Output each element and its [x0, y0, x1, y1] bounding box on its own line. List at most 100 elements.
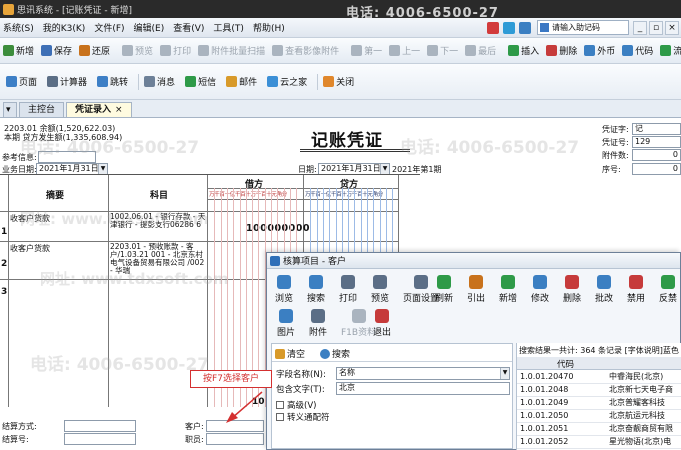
result-row[interactable]: 1.0.01.2051 北京奋靓商贸有限 — [517, 423, 681, 436]
result-name: 北京普耀客科技 — [609, 398, 665, 407]
toolbar-button-15[interactable]: 流量 — [660, 44, 681, 57]
toolbar-button-9[interactable]: 下一 — [427, 44, 458, 57]
toolbar-button-7[interactable]: 第一 — [351, 44, 382, 57]
dialog-tool-tools1-0[interactable]: 浏览 — [275, 275, 293, 304]
result-row[interactable]: 1.0.01.2050 北京航运元科技 — [517, 410, 681, 423]
checkbox-box — [276, 413, 284, 421]
settle-no-input[interactable] — [64, 433, 136, 445]
dialog-tool-tools1-12[interactable]: 反禁 — [659, 275, 677, 304]
dialog-tool-tools2-1[interactable]: 附件 — [309, 309, 327, 338]
toolbar-button-6[interactable]: 查看影像附件 — [272, 44, 339, 57]
settle-method-input[interactable] — [64, 420, 136, 432]
toolbar-button-13[interactable]: 外币 — [584, 44, 615, 57]
chevron-down-icon[interactable]: ▼ — [380, 164, 389, 174]
chevron-down-icon[interactable]: ▼ — [500, 368, 509, 379]
voucher-no-input[interactable]: 129 — [632, 136, 681, 148]
close-button[interactable]: × — [665, 20, 679, 35]
attach-input[interactable]: 0 — [632, 149, 681, 161]
row-account[interactable]: 1002.06.01 - 银行存款 - 天津银行 - 提彭支行06286 6 — [110, 213, 206, 229]
toolbar2-button-0[interactable]: 页面 — [6, 75, 37, 88]
dialog-tool-tools2-2[interactable]: F1B资料 — [341, 309, 376, 338]
toolbar-button-4[interactable]: 打印 — [160, 44, 191, 57]
menu-file[interactable]: 文件(F) — [94, 21, 124, 34]
result-row[interactable]: 1.0.01.20470 中睿海民(北京) — [517, 371, 681, 384]
escape-checkbox[interactable]: 转义通配符 — [276, 411, 330, 423]
mnemonic-search-input[interactable]: 请输入助记码 — [537, 20, 629, 35]
row-summary[interactable]: 收客户货款 — [10, 213, 50, 224]
dialog-tool-tools1-7[interactable]: 新增 — [499, 275, 517, 304]
dialog-tool-tools1-1[interactable]: 搜索 — [307, 275, 325, 304]
contains-input[interactable]: 北京 — [336, 382, 510, 395]
toolbar-button-5[interactable]: 附件批量扫描 — [198, 44, 265, 57]
toolbar-button-label: 附件批量扫描 — [211, 47, 266, 57]
menu-view[interactable]: 查看(V) — [173, 21, 204, 34]
toolbar2-icon — [6, 76, 17, 87]
toolbar2-button-5[interactable]: 邮件 — [226, 75, 257, 88]
account-item-dialog: 核算项目 - 客户 浏览 搜索 打印 预览 页面设置 刷新 引出 新增 修改 删除 批改 禁用 反禁 图… — [266, 252, 681, 450]
dialog-tool-tools1-10[interactable]: 批改 — [595, 275, 613, 304]
menu-system[interactable]: 系统(S) — [3, 21, 34, 34]
notification-icon[interactable] — [487, 21, 499, 34]
dialog-tool-tools1-5[interactable]: 刷新 — [435, 275, 453, 304]
dialog-tool-tools1-3[interactable]: 预览 — [371, 275, 389, 304]
restore-button[interactable]: ▫ — [649, 20, 663, 35]
voucher-word-input[interactable]: 记 — [632, 123, 681, 135]
minimize-button[interactable]: _ — [633, 20, 647, 35]
toolbar-button-label: 第一 — [364, 47, 383, 57]
col-code-header: 代码 — [557, 360, 575, 370]
toolbar-icon — [389, 45, 401, 56]
toolbar-button-14[interactable]: 代码 — [622, 44, 653, 57]
menu-edit[interactable]: 编辑(E) — [134, 21, 165, 34]
toolbar-button-0[interactable]: 新增 — [3, 44, 34, 57]
result-row[interactable]: 1.0.01.2048 北京新七天电子商 — [517, 384, 681, 397]
toolbar-button-10[interactable]: 最后 — [465, 44, 496, 57]
result-row[interactable]: 1.0.01.2052 星光物语(北京)电 — [517, 436, 681, 449]
tab-main-console[interactable]: 主控台 — [19, 102, 65, 117]
toolbar-button-11[interactable]: 插入 — [508, 44, 539, 57]
dialog-tool-tools2-0[interactable]: 图片 — [277, 309, 295, 338]
toolbar2-button-2[interactable]: 跳转 — [97, 75, 128, 88]
toolbar2-button-4[interactable]: 短信 — [185, 75, 216, 88]
chevron-down-icon[interactable]: ▼ — [98, 164, 107, 174]
toolbar2-button-1[interactable]: 计算器 — [47, 75, 87, 88]
row-summary[interactable]: 收客户货款 — [10, 243, 50, 254]
row-account[interactable]: 2203.01 - 预收账款 - 客户/1.03.21 001 - 北京东村电气… — [110, 243, 206, 275]
toolbar-button-12[interactable]: 删除 — [546, 44, 577, 57]
seq-input[interactable]: 0 — [632, 163, 681, 175]
menu-help[interactable]: 帮助(H) — [253, 21, 285, 34]
toolbar-button-3[interactable]: 预览 — [122, 44, 153, 57]
period-credit: 本期 贷方发生额(1,335,608.94) — [4, 133, 123, 142]
result-row[interactable]: 1.0.01.2049 北京普耀客科技 — [517, 397, 681, 410]
toolbar-button-1[interactable]: 保存 — [41, 44, 72, 57]
dialog-tool-tools1-6[interactable]: 引出 — [467, 275, 485, 304]
voucher-word-value: 记 — [635, 124, 643, 133]
dialog-tool-tools1-2[interactable]: 打印 — [339, 275, 357, 304]
toolbar-button-8[interactable]: 上一 — [389, 44, 420, 57]
escape-label: 转义通配符 — [287, 413, 330, 423]
staff-input[interactable] — [206, 433, 264, 445]
search-button[interactable]: 搜索 — [320, 347, 350, 360]
row-number: 3 — [1, 287, 8, 297]
toolbar-button-2[interactable]: 还原 — [79, 44, 110, 57]
user-icon[interactable] — [519, 21, 531, 34]
title-underline — [300, 149, 410, 150]
field-name-select[interactable]: 名称 ▼ — [336, 367, 510, 380]
toolbar2-button-3[interactable]: 消息 — [144, 75, 175, 88]
dialog-tool-tools1-11[interactable]: 禁用 — [627, 275, 645, 304]
tab-close-icon[interactable]: × — [115, 105, 123, 115]
dialog-tool-tools2-3[interactable]: 退出 — [373, 309, 391, 338]
clear-button[interactable]: 清空 — [275, 347, 305, 360]
advanced-checkbox[interactable]: 高级(V) — [276, 399, 316, 411]
toolbar2-button-6[interactable]: 云之家 — [267, 75, 307, 88]
menu-tools[interactable]: 工具(T) — [213, 21, 244, 34]
dialog-tool-tools1-8[interactable]: 修改 — [531, 275, 549, 304]
tab-voucher-entry[interactable]: 凭证录入 × — [66, 102, 132, 117]
tab-menu-arrow[interactable]: ▾ — [3, 102, 17, 117]
customer-input[interactable] — [206, 420, 264, 432]
menu-my-k3[interactable]: 我的K3(K) — [43, 21, 86, 34]
ref-input[interactable] — [38, 151, 96, 163]
toolbar2-button-7[interactable]: 关闭 — [323, 75, 354, 88]
dialog-tool-tools1-9[interactable]: 删除 — [563, 275, 581, 304]
chat-icon[interactable] — [503, 21, 515, 34]
dialog-tool-tools1-4[interactable]: 页面设置 — [403, 275, 439, 304]
